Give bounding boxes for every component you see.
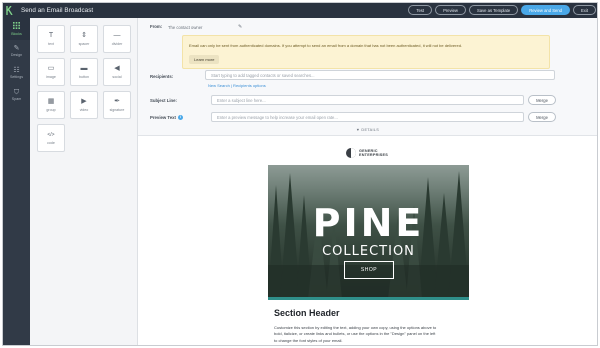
section-header[interactable]: Section Header: [274, 308, 340, 318]
preview-merge-button[interactable]: Merge: [528, 112, 556, 122]
block-tile-divider[interactable]: — divider: [103, 25, 131, 53]
brand-logo[interactable]: GENERIC ENTERPRISES: [346, 148, 388, 158]
exit-button[interactable]: Exit: [573, 5, 596, 15]
domain-warning-banner: Email can only be sent from authenticate…: [182, 35, 550, 69]
top-bar: Send an Email Broadcast Test Preview Sav…: [3, 3, 597, 18]
rail-item-label: Design: [10, 53, 23, 57]
rail-item-spam[interactable]: ⛉ Spam: [3, 84, 30, 106]
test-button[interactable]: Test: [408, 5, 433, 15]
block-tile-group[interactable]: ▦ group: [37, 91, 65, 119]
brand-mark-icon: [346, 148, 356, 158]
block-tile-signature[interactable]: ✒ signature: [103, 91, 131, 119]
pen-icon: ✒: [114, 98, 120, 105]
spacer-icon: ⇕: [81, 32, 87, 39]
from-value: The contact owner: [168, 25, 203, 30]
block-tile-spacer[interactable]: ⇕ spacer: [70, 25, 98, 53]
block-tile-button[interactable]: ▬ button: [70, 58, 98, 86]
brush-icon: ✎: [13, 45, 20, 52]
app-logo[interactable]: [3, 3, 16, 18]
block-palette: T text ⇕ spacer — divider ▭ image ▬ butt…: [30, 18, 138, 345]
warning-text: Email can only be sent from authenticate…: [189, 43, 463, 48]
recipients-links[interactable]: New Search | Recipients options: [208, 83, 266, 88]
edit-pencil-icon[interactable]: ✎: [238, 24, 242, 30]
block-tile-image[interactable]: ▭ image: [37, 58, 65, 86]
sliders-icon: ☷: [13, 67, 20, 74]
button-icon: ▬: [80, 65, 88, 72]
rail-item-design[interactable]: ✎ Design: [3, 40, 30, 62]
block-tile-label: image: [46, 75, 56, 79]
section-body-text[interactable]: Customize this section by editing the te…: [274, 325, 474, 344]
body-line: to change the font styles of your email.: [274, 337, 343, 343]
image-icon: ▭: [47, 65, 55, 72]
block-tile-text[interactable]: T text: [37, 25, 65, 53]
text-icon: T: [48, 32, 54, 39]
accent-divider: [268, 297, 469, 300]
email-canvas: GENERIC ENTERPRISES PINE COLLECTION SHOP…: [138, 137, 597, 345]
hero-title: PINE: [312, 201, 425, 245]
details-toggle[interactable]: ▼ DETAILS: [356, 128, 379, 132]
app-window: Send an Email Broadcast Test Preview Sav…: [2, 2, 598, 346]
subject-merge-button[interactable]: Merge: [528, 95, 556, 105]
video-icon: ▶: [81, 98, 87, 105]
grid-icon: [13, 22, 20, 31]
hero-subtitle: COLLECTION: [322, 244, 415, 259]
preview-text-label: Preview Text i: [150, 115, 183, 121]
shop-button[interactable]: SHOP: [344, 261, 394, 279]
block-tile-label: spacer: [78, 42, 90, 46]
subject-line-input[interactable]: Enter a subject line here...: [211, 95, 524, 105]
recipients-input[interactable]: Start typing to add tagged contacts or s…: [205, 70, 555, 80]
recipients-label: Recipients:: [150, 74, 174, 79]
subject-line-label: Subject Line:: [150, 98, 177, 103]
rail-item-label: Spam: [11, 97, 22, 101]
review-and-send-button[interactable]: Review and Send: [521, 5, 571, 15]
hero-image-block[interactable]: PINE COLLECTION SHOP: [268, 165, 469, 299]
rail-item-label: Settings: [10, 75, 23, 79]
left-nav-rail: Blocks ✎ Design ☷ Settings ⛉ Spam: [3, 18, 30, 345]
block-tile-label: video: [79, 108, 89, 112]
block-tile-label: social: [112, 75, 122, 79]
header-actions: Test Preview Save as Template Review and…: [408, 5, 596, 15]
block-tile-video[interactable]: ▶ video: [70, 91, 98, 119]
keap-logo-icon: [6, 6, 13, 15]
block-tile-label: button: [79, 75, 89, 79]
rail-item-label: Blocks: [11, 32, 22, 36]
block-tile-label: divider: [111, 42, 123, 46]
block-tile-label: group: [46, 108, 56, 112]
email-settings-panel: From: The contact owner ✎ Email can only…: [138, 18, 597, 136]
block-tile-label: signature: [109, 108, 125, 112]
group-icon: ▦: [47, 98, 55, 105]
block-tile-social[interactable]: ◀ social: [103, 58, 131, 86]
preview-text-input[interactable]: Enter a preview message to help increase…: [211, 112, 524, 122]
page-title: Send an Email Broadcast: [21, 7, 94, 14]
code-icon: </>: [47, 132, 55, 138]
block-tile-code[interactable]: </> code: [37, 124, 65, 152]
rail-item-settings[interactable]: ☷ Settings: [3, 62, 30, 84]
info-icon[interactable]: i: [177, 115, 183, 121]
divider-icon: —: [113, 32, 121, 39]
megaphone-icon: ◀: [114, 65, 120, 72]
block-tile-label: code: [47, 141, 55, 145]
from-label: From:: [150, 24, 163, 29]
learn-more-button[interactable]: Learn more: [189, 55, 220, 64]
save-as-template-button[interactable]: Save as Template: [468, 5, 519, 15]
brand-name-line2: ENTERPRISES: [359, 153, 388, 157]
shield-icon: ⛉: [13, 89, 20, 96]
rail-item-blocks[interactable]: Blocks: [3, 18, 30, 40]
preview-button[interactable]: Preview: [435, 5, 466, 15]
block-tile-label: text: [48, 42, 54, 46]
